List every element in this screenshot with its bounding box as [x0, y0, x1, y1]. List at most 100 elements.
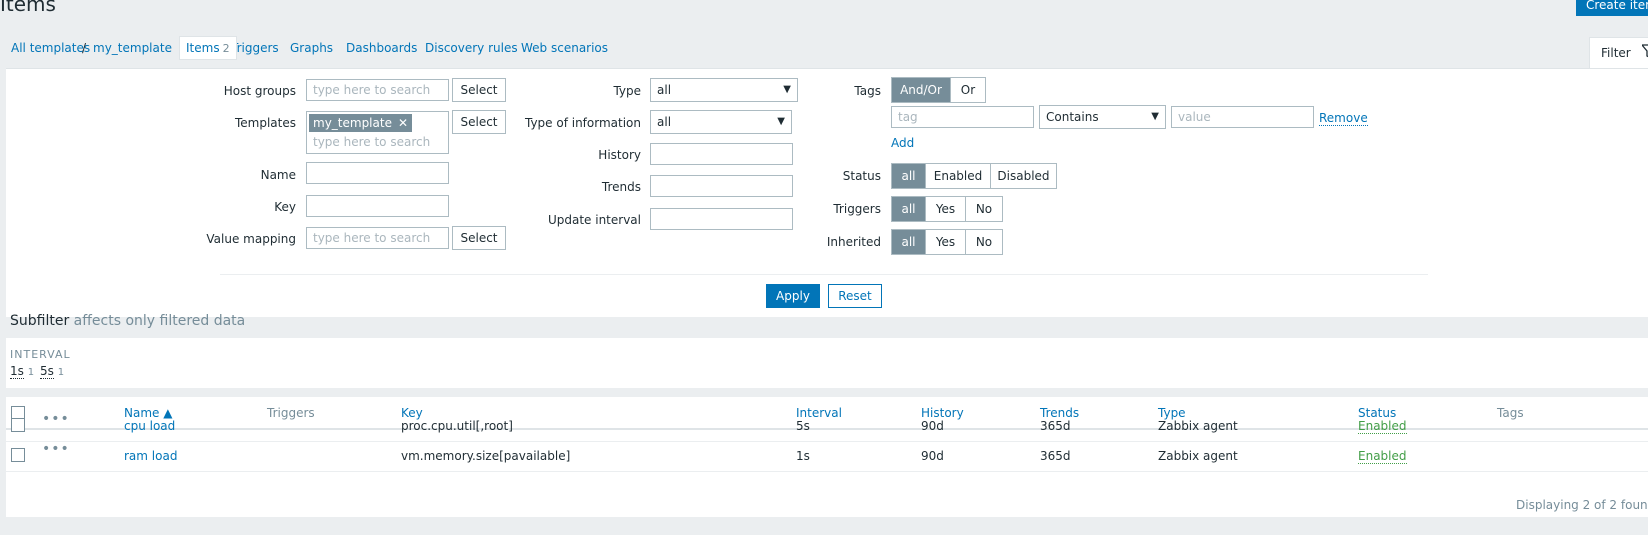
triggers-all-option[interactable]: all: [892, 197, 926, 221]
tags-label: Tags: [854, 84, 881, 98]
breadcrumb-template[interactable]: my_template: [93, 41, 172, 55]
tags-or-option[interactable]: Or: [951, 78, 985, 102]
item-status-toggle[interactable]: Enabled: [1358, 449, 1407, 464]
name-label: Name: [260, 168, 296, 182]
status-disabled-option[interactable]: Disabled: [991, 164, 1056, 188]
tab-discovery-rules[interactable]: Discovery rules: [425, 41, 518, 55]
template-nav-bar: All templates / my_template Triggers Gra…: [0, 30, 1648, 62]
template-chip-label: my_template: [313, 116, 392, 130]
tag-remove-link[interactable]: Remove: [1319, 111, 1368, 126]
item-key: vm.memory.size[pavailable]: [401, 449, 571, 463]
interval-filter-1s[interactable]: 1s 1: [10, 364, 34, 379]
status-all-option[interactable]: all: [892, 164, 926, 188]
create-item-button[interactable]: Create item: [1576, 0, 1648, 16]
item-interval: 1s: [796, 449, 810, 463]
key-label: Key: [274, 200, 296, 214]
templates-select-button[interactable]: Select: [452, 110, 506, 134]
inherited-toggle: all Yes No: [891, 229, 1003, 255]
row-checkbox[interactable]: [11, 448, 25, 462]
update-interval-input[interactable]: [650, 208, 793, 230]
tab-items-label: Items: [186, 41, 220, 55]
item-name-link[interactable]: ram load: [124, 449, 177, 463]
host-groups-label: Host groups: [223, 84, 296, 98]
tags-evaltype-toggle: And/Or Or: [891, 77, 986, 103]
item-trends: 365d: [1040, 449, 1071, 463]
table-row: ••• cpu load proc.cpu.util[,root] 5s 90d…: [6, 411, 1648, 442]
value-mapping-select-button[interactable]: Select: [452, 226, 506, 250]
filter-tab-label: Filter: [1601, 46, 1631, 60]
item-history: 90d: [921, 449, 944, 463]
tags-and-or-option[interactable]: And/Or: [892, 78, 951, 102]
type-label: Type: [613, 84, 641, 98]
tab-graphs[interactable]: Graphs: [290, 41, 333, 55]
more-actions-icon[interactable]: •••: [42, 441, 70, 457]
filter-toggle-tab[interactable]: Filter: [1589, 37, 1648, 69]
subfilter-title: Subfilter: [10, 313, 70, 329]
filter-panel: [6, 68, 1648, 317]
reset-button[interactable]: Reset: [828, 284, 882, 308]
apply-button[interactable]: Apply: [766, 284, 820, 308]
type-of-information-value: all: [657, 115, 672, 129]
triggers-yes-option[interactable]: Yes: [926, 197, 966, 221]
inherited-no-option[interactable]: No: [966, 230, 1002, 254]
page-title: Items: [0, 0, 56, 16]
row-checkbox[interactable]: [11, 418, 25, 432]
chevron-down-icon: ▼: [1151, 111, 1159, 122]
triggers-no-option[interactable]: No: [966, 197, 1002, 221]
item-type: Zabbix agent: [1158, 419, 1238, 433]
status-label: Status: [842, 169, 881, 183]
tag-add-link[interactable]: Add: [891, 136, 914, 150]
templates-label: Templates: [234, 116, 296, 130]
chevron-down-icon: ▼: [783, 84, 791, 95]
table-footer-count: Displaying 2 of 2 found: [1516, 498, 1648, 512]
tab-dashboards[interactable]: Dashboards: [346, 41, 417, 55]
item-key: proc.cpu.util[,root]: [401, 419, 513, 433]
tab-triggers[interactable]: Triggers: [231, 41, 279, 55]
triggers-label: Triggers: [833, 202, 881, 216]
status-enabled-option[interactable]: Enabled: [926, 164, 991, 188]
chevron-down-icon: ▼: [777, 116, 785, 127]
trends-label: Trends: [601, 180, 641, 194]
type-select-value: all: [657, 83, 672, 97]
inherited-all-option[interactable]: all: [892, 230, 926, 254]
status-toggle: all Enabled Disabled: [891, 163, 1057, 189]
item-type: Zabbix agent: [1158, 449, 1238, 463]
item-status-toggle[interactable]: Enabled: [1358, 419, 1407, 434]
history-input[interactable]: [650, 143, 793, 165]
key-input[interactable]: [306, 195, 449, 217]
subfilter-heading: Subfilter affects only filtered data: [10, 313, 245, 329]
type-of-information-label: Type of information: [524, 116, 641, 130]
breadcrumb-all-templates[interactable]: All templates: [11, 41, 90, 55]
item-interval: 5s: [796, 419, 810, 433]
template-chip: my_template ✕: [309, 114, 413, 132]
trends-input[interactable]: [650, 175, 793, 197]
filter-divider: [220, 274, 1428, 275]
more-actions-icon[interactable]: •••: [42, 411, 70, 427]
tag-operator-select[interactable]: Contains ▼: [1039, 105, 1166, 129]
tab-items[interactable]: Items 2: [179, 36, 237, 60]
items-table: Name ▲ Triggers Key Interval History Tre…: [6, 397, 1648, 517]
templates-search-input[interactable]: type here to search: [307, 133, 448, 151]
tab-web-scenarios[interactable]: Web scenarios: [521, 41, 608, 55]
value-mapping-input[interactable]: type here to search: [306, 227, 449, 249]
interval-filter-5s[interactable]: 5s 1: [40, 364, 64, 379]
type-of-information-select[interactable]: all ▼: [650, 110, 792, 134]
tag-name-input[interactable]: tag: [891, 106, 1034, 128]
value-mapping-label: Value mapping: [206, 232, 296, 246]
item-name-link[interactable]: cpu load: [124, 419, 175, 433]
host-groups-select-button[interactable]: Select: [452, 78, 506, 102]
table-row: ••• ram load vm.memory.size[pavailable] …: [6, 441, 1648, 472]
interval-group-label: INTERVAL: [10, 348, 71, 361]
breadcrumb-separator: /: [82, 41, 87, 55]
filter-icon: [1640, 44, 1648, 62]
inherited-yes-option[interactable]: Yes: [926, 230, 966, 254]
item-trends: 365d: [1040, 419, 1071, 433]
name-input[interactable]: [306, 162, 449, 184]
chip-remove-icon[interactable]: ✕: [398, 116, 408, 130]
tag-value-input[interactable]: value: [1171, 106, 1314, 128]
host-groups-input[interactable]: type here to search: [306, 79, 449, 101]
update-interval-label: Update interval: [547, 213, 641, 227]
type-select[interactable]: all ▼: [650, 78, 798, 102]
item-history: 90d: [921, 419, 944, 433]
subfilter-interval-box: INTERVAL 1s 1 5s 1: [6, 338, 1648, 388]
